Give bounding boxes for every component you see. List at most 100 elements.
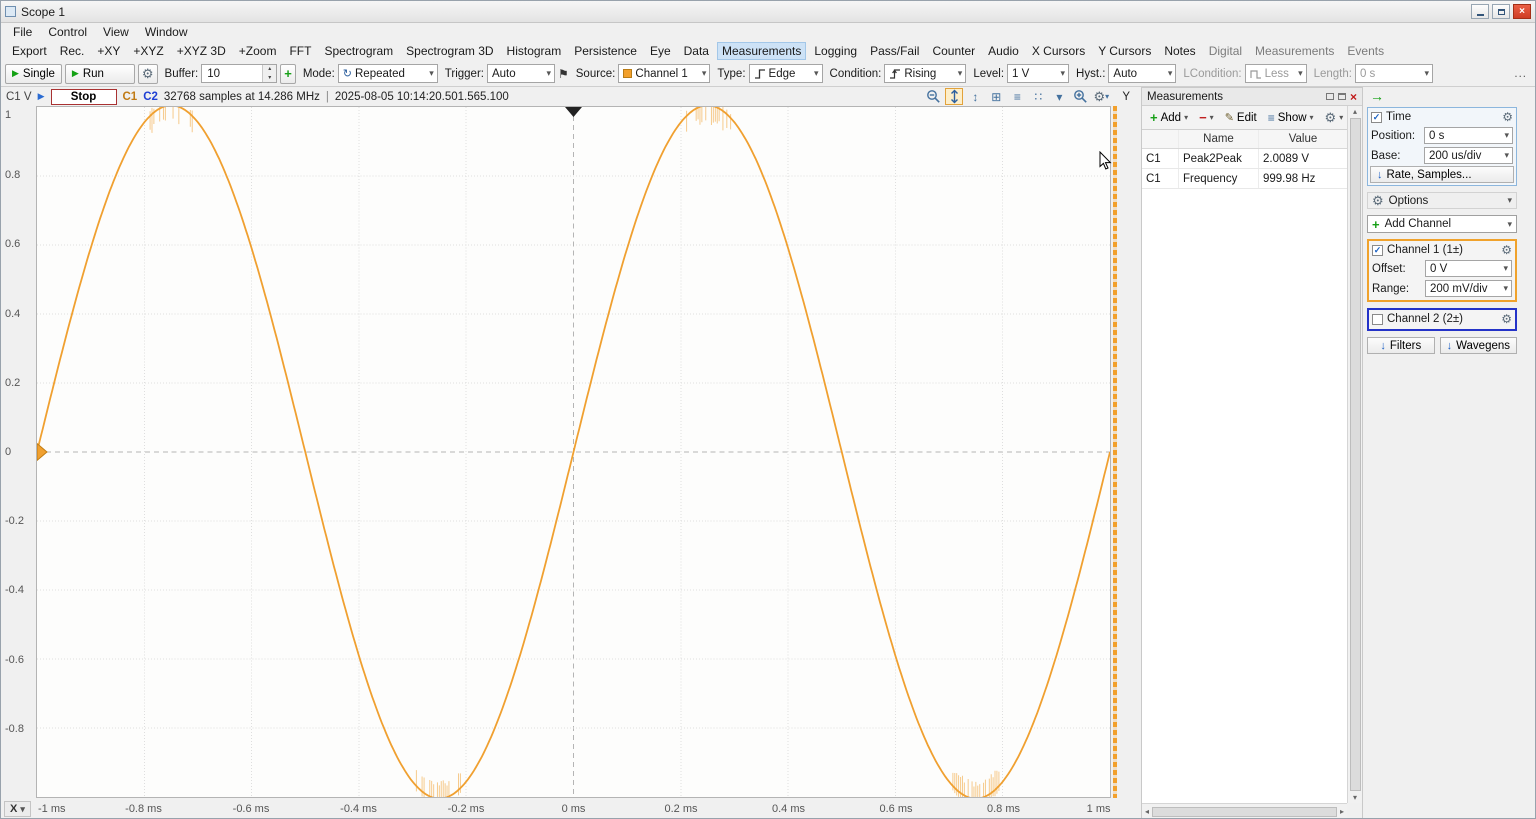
acquisition-settings-button[interactable]: ⚙ [138,64,158,84]
spin-down-icon[interactable]: ▾ [263,74,276,83]
toolbar-overflow-button[interactable]: ... [1514,68,1531,80]
length-select[interactable]: 0 s ▾ [1355,64,1433,83]
filters-button[interactable]: ↓ Filters [1367,337,1435,354]
hysteresis-select[interactable]: Auto ▾ [1108,64,1176,83]
trigger-flag-icon[interactable]: ⚑ [558,67,569,81]
menu-view[interactable]: View [95,24,137,40]
measurements-vertical-scrollbar[interactable]: ▴ ▾ [1347,106,1362,803]
tab-export[interactable]: Export [7,42,52,60]
menu-window[interactable]: Window [137,24,196,40]
spin-up-icon[interactable]: ▴ [263,65,276,74]
measurements-titlebar[interactable]: Measurements × [1142,88,1362,106]
channel2-checkbox[interactable] [1372,314,1383,325]
tab-data[interactable]: Data [679,42,714,60]
menu-file[interactable]: File [5,24,40,40]
tab-x-cursors[interactable]: X Cursors [1027,42,1090,60]
plot-settings-icon[interactable]: ⚙▾ [1092,88,1110,105]
show-measurement-button[interactable]: ≡ Show ▾ [1263,109,1319,127]
layout-icon[interactable]: ∷ [1029,88,1047,105]
scroll-up-icon[interactable]: ▴ [1353,107,1357,116]
rate-samples-button[interactable]: ↓ Rate, Samples... [1370,166,1514,183]
type-select[interactable]: Edge ▾ [749,64,823,83]
add-measurement-button[interactable]: + Add ▾ [1145,108,1193,127]
close-button[interactable]: × [1513,4,1531,19]
tab-logging[interactable]: Logging [809,42,862,60]
tab-histogram[interactable]: Histogram [502,42,567,60]
level-select[interactable]: 1 V ▾ [1007,64,1069,83]
buffer-tab-c2[interactable]: C2 [143,91,158,103]
tab--xy[interactable]: +XY [92,42,125,60]
channel1-offset-marker[interactable] [37,444,47,461]
tab-events[interactable]: Events [1342,42,1389,60]
tab-persistence[interactable]: Persistence [569,42,642,60]
tab-rec-[interactable]: Rec. [55,42,90,60]
menu-control[interactable]: Control [40,24,95,40]
fit-screen-icon[interactable]: ⊞ [987,88,1005,105]
pan-vertical-icon[interactable]: ↕ [966,88,984,105]
edit-measurement-button[interactable]: ✎ Edit [1220,108,1262,127]
auto-scale-icon[interactable] [945,88,963,105]
measurements-horizontal-scrollbar[interactable]: ◂ ▸ [1142,803,1347,819]
tab--xyz[interactable]: +XYZ [128,42,168,60]
tab-eye[interactable]: Eye [645,42,676,60]
align-traces-icon[interactable]: ≡ [1008,88,1026,105]
run-button[interactable]: ▶ Run [65,64,135,84]
single-button[interactable]: ▶ Single [5,64,62,84]
tab-spectrogram-3d[interactable]: Spectrogram 3D [401,42,498,60]
measurement-row[interactable]: C1Frequency999.98 Hz [1142,169,1347,189]
tab-audio[interactable]: Audio [983,42,1024,60]
tools-dropdown-icon[interactable]: ▾ [1050,88,1068,105]
tab-digital[interactable]: Digital [1204,42,1247,60]
expand-acquisition-icon[interactable]: ▶ [38,91,45,102]
base-select[interactable]: 200 us/div ▾ [1424,147,1513,164]
measurement-row[interactable]: C1Peak2Peak2.0089 V [1142,149,1347,169]
float-panel-icon[interactable] [1326,93,1334,100]
time-checkbox[interactable]: ✓ [1371,112,1382,123]
waveform-plot[interactable] [36,106,1111,798]
tab-measurements[interactable]: Measurements [1250,42,1339,60]
channel1-settings-icon[interactable]: ⚙ [1501,244,1512,256]
scrollbar-thumb[interactable] [1152,807,1337,817]
window-titlebar[interactable]: Scope 1 × [1,1,1535,23]
add-channel-dropdown[interactable]: + Add Channel ▾ [1367,215,1517,233]
measurements-settings-button[interactable]: ⚙ ▾ [1320,108,1349,127]
mode-select[interactable]: ↻ Repeated ▾ [338,64,438,83]
tab-measurements[interactable]: Measurements [717,42,806,60]
options-dropdown[interactable]: ⚙ Options ▾ [1367,192,1517,209]
zoom-out-icon[interactable] [924,88,942,105]
source-select[interactable]: Channel 1 ▾ [618,64,710,83]
lcondition-select[interactable]: Less ▾ [1245,64,1307,83]
channel2-settings-icon[interactable]: ⚙ [1501,313,1512,325]
tab-spectrogram[interactable]: Spectrogram [319,42,398,60]
tab-pass-fail[interactable]: Pass/Fail [865,42,924,60]
restore-button[interactable] [1492,4,1510,19]
position-select[interactable]: 0 s ▾ [1424,127,1513,144]
trigger-time-marker[interactable] [565,107,582,117]
condition-select[interactable]: Rising ▾ [884,64,966,83]
channel1-checkbox[interactable]: ✓ [1372,245,1383,256]
x-axis-selector[interactable]: X ▾ [4,801,31,817]
tab-notes[interactable]: Notes [1159,42,1200,60]
time-settings-icon[interactable]: ⚙ [1502,111,1513,123]
close-panel-icon[interactable]: × [1350,91,1357,103]
zoom-in-icon[interactable] [1071,88,1089,105]
tab-fft[interactable]: FFT [284,42,316,60]
scrollbar-thumb[interactable] [1350,118,1361,791]
scroll-down-icon[interactable]: ▾ [1353,793,1357,802]
offset-select[interactable]: 0 V ▾ [1425,260,1512,277]
tab-y-cursors[interactable]: Y Cursors [1093,42,1156,60]
ma---panel-icon[interactable] [1338,93,1346,100]
trigger-select[interactable]: Auto ▾ [487,64,555,83]
add-view-button[interactable]: + [280,64,296,84]
y-axis-selector[interactable]: Y [1122,91,1130,103]
buffer-spinner[interactable]: 10 ▴ ▾ [201,64,277,83]
wavegens-button[interactable]: ↓ Wavegens [1440,337,1517,354]
tab--zoom[interactable]: +Zoom [234,42,282,60]
minimize-button[interactable] [1471,4,1489,19]
tab-counter[interactable]: Counter [927,42,980,60]
scroll-left-icon[interactable]: ◂ [1145,807,1149,816]
scroll-right-icon[interactable]: ▸ [1340,807,1344,816]
stop-button[interactable]: Stop [51,89,117,105]
range-select[interactable]: 200 mV/div ▾ [1425,280,1512,297]
tab--xyz-3d[interactable]: +XYZ 3D [172,42,231,60]
